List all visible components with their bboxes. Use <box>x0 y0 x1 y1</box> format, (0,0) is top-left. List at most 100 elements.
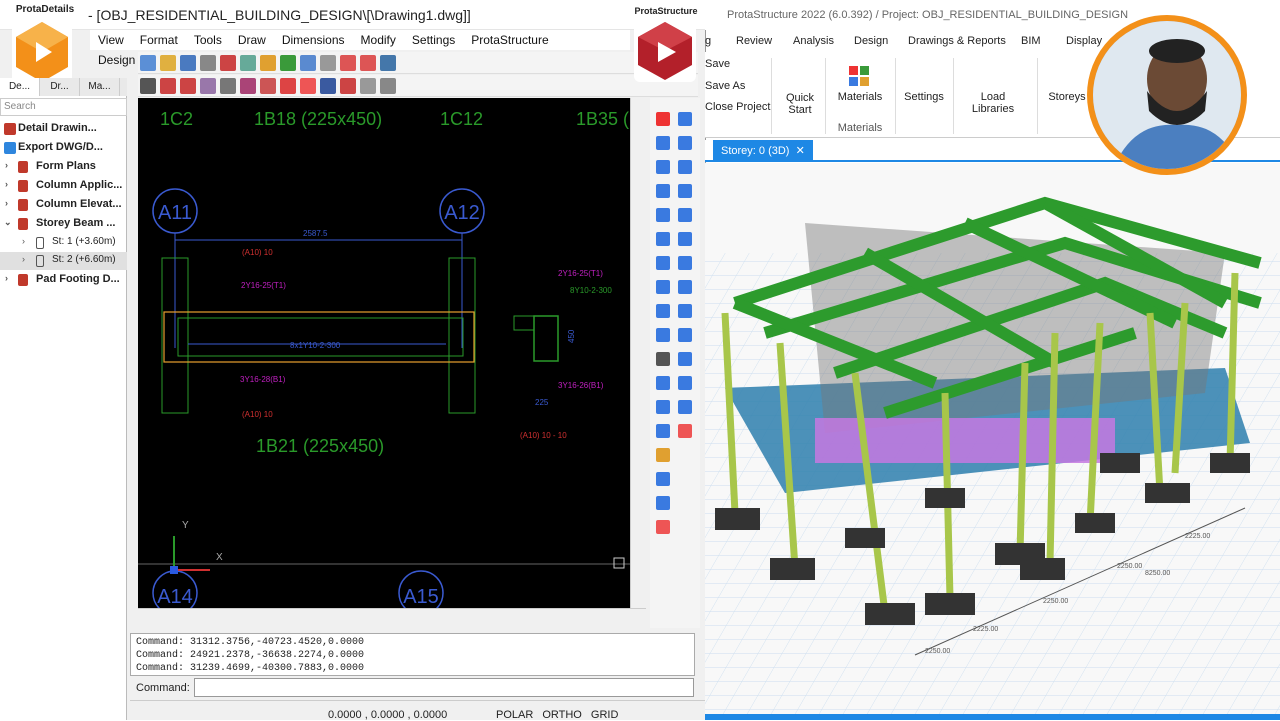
tree-item-column-elevation[interactable]: › Column Elevat... <box>0 196 127 214</box>
xline-icon[interactable] <box>678 136 692 150</box>
tab-details[interactable]: De... <box>0 78 40 96</box>
open-icon[interactable] <box>160 55 176 71</box>
hatch-icon[interactable] <box>280 78 296 94</box>
array-icon[interactable] <box>200 78 216 94</box>
trim-icon[interactable] <box>160 78 176 94</box>
table-icon[interactable] <box>320 78 336 94</box>
scale-icon[interactable] <box>656 232 670 246</box>
cut-icon[interactable] <box>220 55 236 71</box>
tree-search-input[interactable]: Search <box>0 98 127 116</box>
tab-home[interactable]: g <box>705 35 711 47</box>
edit-icon[interactable] <box>656 472 670 486</box>
array-icon[interactable] <box>656 280 670 294</box>
extend-icon[interactable] <box>656 328 670 342</box>
menu-modify[interactable]: Modify <box>353 30 404 50</box>
tab-storey-0-3d[interactable]: Storey: 0 (3D) ✕ <box>713 140 813 162</box>
chamfer-icon[interactable] <box>656 400 670 414</box>
polyline-icon[interactable] <box>678 160 692 174</box>
tab-materials[interactable]: Ma... <box>80 78 120 96</box>
image-icon[interactable] <box>678 424 692 438</box>
extend-icon[interactable] <box>180 78 196 94</box>
region-icon[interactable] <box>678 400 692 414</box>
drawing-horizontal-scrollbar[interactable] <box>138 608 646 625</box>
3d-model-viewport[interactable]: 2250.00 2225.00 2250.00 2250.00 2225.00 … <box>705 163 1280 720</box>
drafting-modes[interactable]: POLAR ORTHO GRID <box>496 709 618 721</box>
expand-icon[interactable]: › <box>5 273 8 283</box>
select-icon[interactable] <box>140 78 156 94</box>
picture-icon[interactable] <box>656 520 670 534</box>
menu-tools[interactable]: Tools <box>186 30 230 50</box>
expand-icon[interactable]: › <box>5 198 8 208</box>
rectangle-icon[interactable] <box>678 184 692 198</box>
expand-icon[interactable]: › <box>5 179 8 189</box>
quick-start-button[interactable]: Quick Start <box>781 92 819 116</box>
offset-icon[interactable] <box>220 78 236 94</box>
expand-icon[interactable]: › <box>22 254 25 264</box>
pline-icon[interactable] <box>360 55 376 71</box>
save-icon[interactable] <box>180 55 196 71</box>
tree-item-storey-1[interactable]: › St: 1 (+3.60m) <box>0 234 127 252</box>
tab-drawings-reports[interactable]: Drawings & Reports <box>908 35 1006 47</box>
print-icon[interactable] <box>200 55 216 71</box>
erase-icon[interactable] <box>260 78 276 94</box>
arc-icon[interactable] <box>678 232 692 246</box>
grid-icon[interactable] <box>300 78 316 94</box>
beam-icon[interactable] <box>360 78 376 94</box>
tree-item-pad-footing[interactable]: › Pad Footing D... <box>0 271 127 289</box>
cad-drawing-canvas[interactable]: 1C2 1B18 (225x450) 1C12 1B35 ( A11 A12 A… <box>138 98 630 608</box>
expand-icon[interactable]: › <box>5 160 8 170</box>
load-libraries-button[interactable]: Load Libraries <box>959 91 1027 115</box>
tree-item-storey-beam[interactable]: ⌄ Storey Beam ... <box>0 215 127 233</box>
stretch-icon[interactable] <box>656 256 670 270</box>
tree-item-storey-2[interactable]: › St: 2 (+6.60m) <box>0 252 127 270</box>
tree-item-detail-drawings[interactable]: Detail Drawin... <box>0 120 127 138</box>
materials-button[interactable]: Materials <box>835 91 885 103</box>
text-style-icon[interactable] <box>656 496 670 510</box>
save-button[interactable]: Save <box>705 58 730 70</box>
tab-display[interactable]: Display <box>1066 35 1102 47</box>
expand-icon[interactable]: › <box>22 236 25 246</box>
tab-review[interactable]: Review <box>736 35 772 47</box>
line-icon[interactable] <box>678 112 692 126</box>
new-icon[interactable] <box>140 55 156 71</box>
layer-icon[interactable] <box>380 55 396 71</box>
close-icon[interactable]: ✕ <box>796 145 805 157</box>
match-icon[interactable] <box>320 55 336 71</box>
mtext-icon[interactable] <box>678 328 692 342</box>
fillet-icon[interactable] <box>656 376 670 390</box>
redo-icon[interactable] <box>280 55 296 71</box>
trim-icon[interactable] <box>656 304 670 318</box>
text-icon[interactable] <box>678 304 692 318</box>
move-icon[interactable] <box>656 208 670 222</box>
ellipse-icon[interactable] <box>678 280 692 294</box>
mirror-icon[interactable] <box>656 160 670 174</box>
menu-draw[interactable]: Draw <box>230 30 274 50</box>
storeys-button[interactable]: Storeys <box>1045 91 1089 103</box>
pencil-icon[interactable] <box>656 448 670 462</box>
point-icon[interactable] <box>678 352 692 366</box>
section-icon[interactable] <box>340 78 356 94</box>
tree-item-column-application[interactable]: › Column Applic... <box>0 177 127 195</box>
tree-item-form-plans[interactable]: › Form Plans <box>0 158 127 176</box>
rotate-icon[interactable] <box>656 184 670 198</box>
settings-button[interactable]: Settings <box>901 91 947 103</box>
tab-bim[interactable]: BIM <box>1021 35 1041 47</box>
paste-icon[interactable] <box>300 55 316 71</box>
delete-icon[interactable] <box>656 112 670 126</box>
close-project-button[interactable]: Close Project <box>705 101 770 113</box>
menu-protastructure[interactable]: ProtaStructure <box>463 30 556 50</box>
menu-dimensions[interactable]: Dimensions <box>274 30 353 50</box>
menu-format[interactable]: Format <box>132 30 186 50</box>
drawing-vertical-scrollbar[interactable] <box>630 98 646 608</box>
spline-icon[interactable] <box>678 208 692 222</box>
circle-icon[interactable] <box>678 256 692 270</box>
copy-icon[interactable] <box>656 136 670 150</box>
arc-icon[interactable] <box>340 55 356 71</box>
save-as-button[interactable]: Save As <box>705 80 745 92</box>
dim-icon[interactable] <box>240 78 256 94</box>
undo-icon[interactable] <box>260 55 276 71</box>
copy-icon[interactable] <box>240 55 256 71</box>
tab-drawings[interactable]: Dr... <box>40 78 80 96</box>
explode-icon[interactable] <box>656 352 670 366</box>
tree-item-export-dwg[interactable]: Export DWG/D... <box>0 139 127 157</box>
